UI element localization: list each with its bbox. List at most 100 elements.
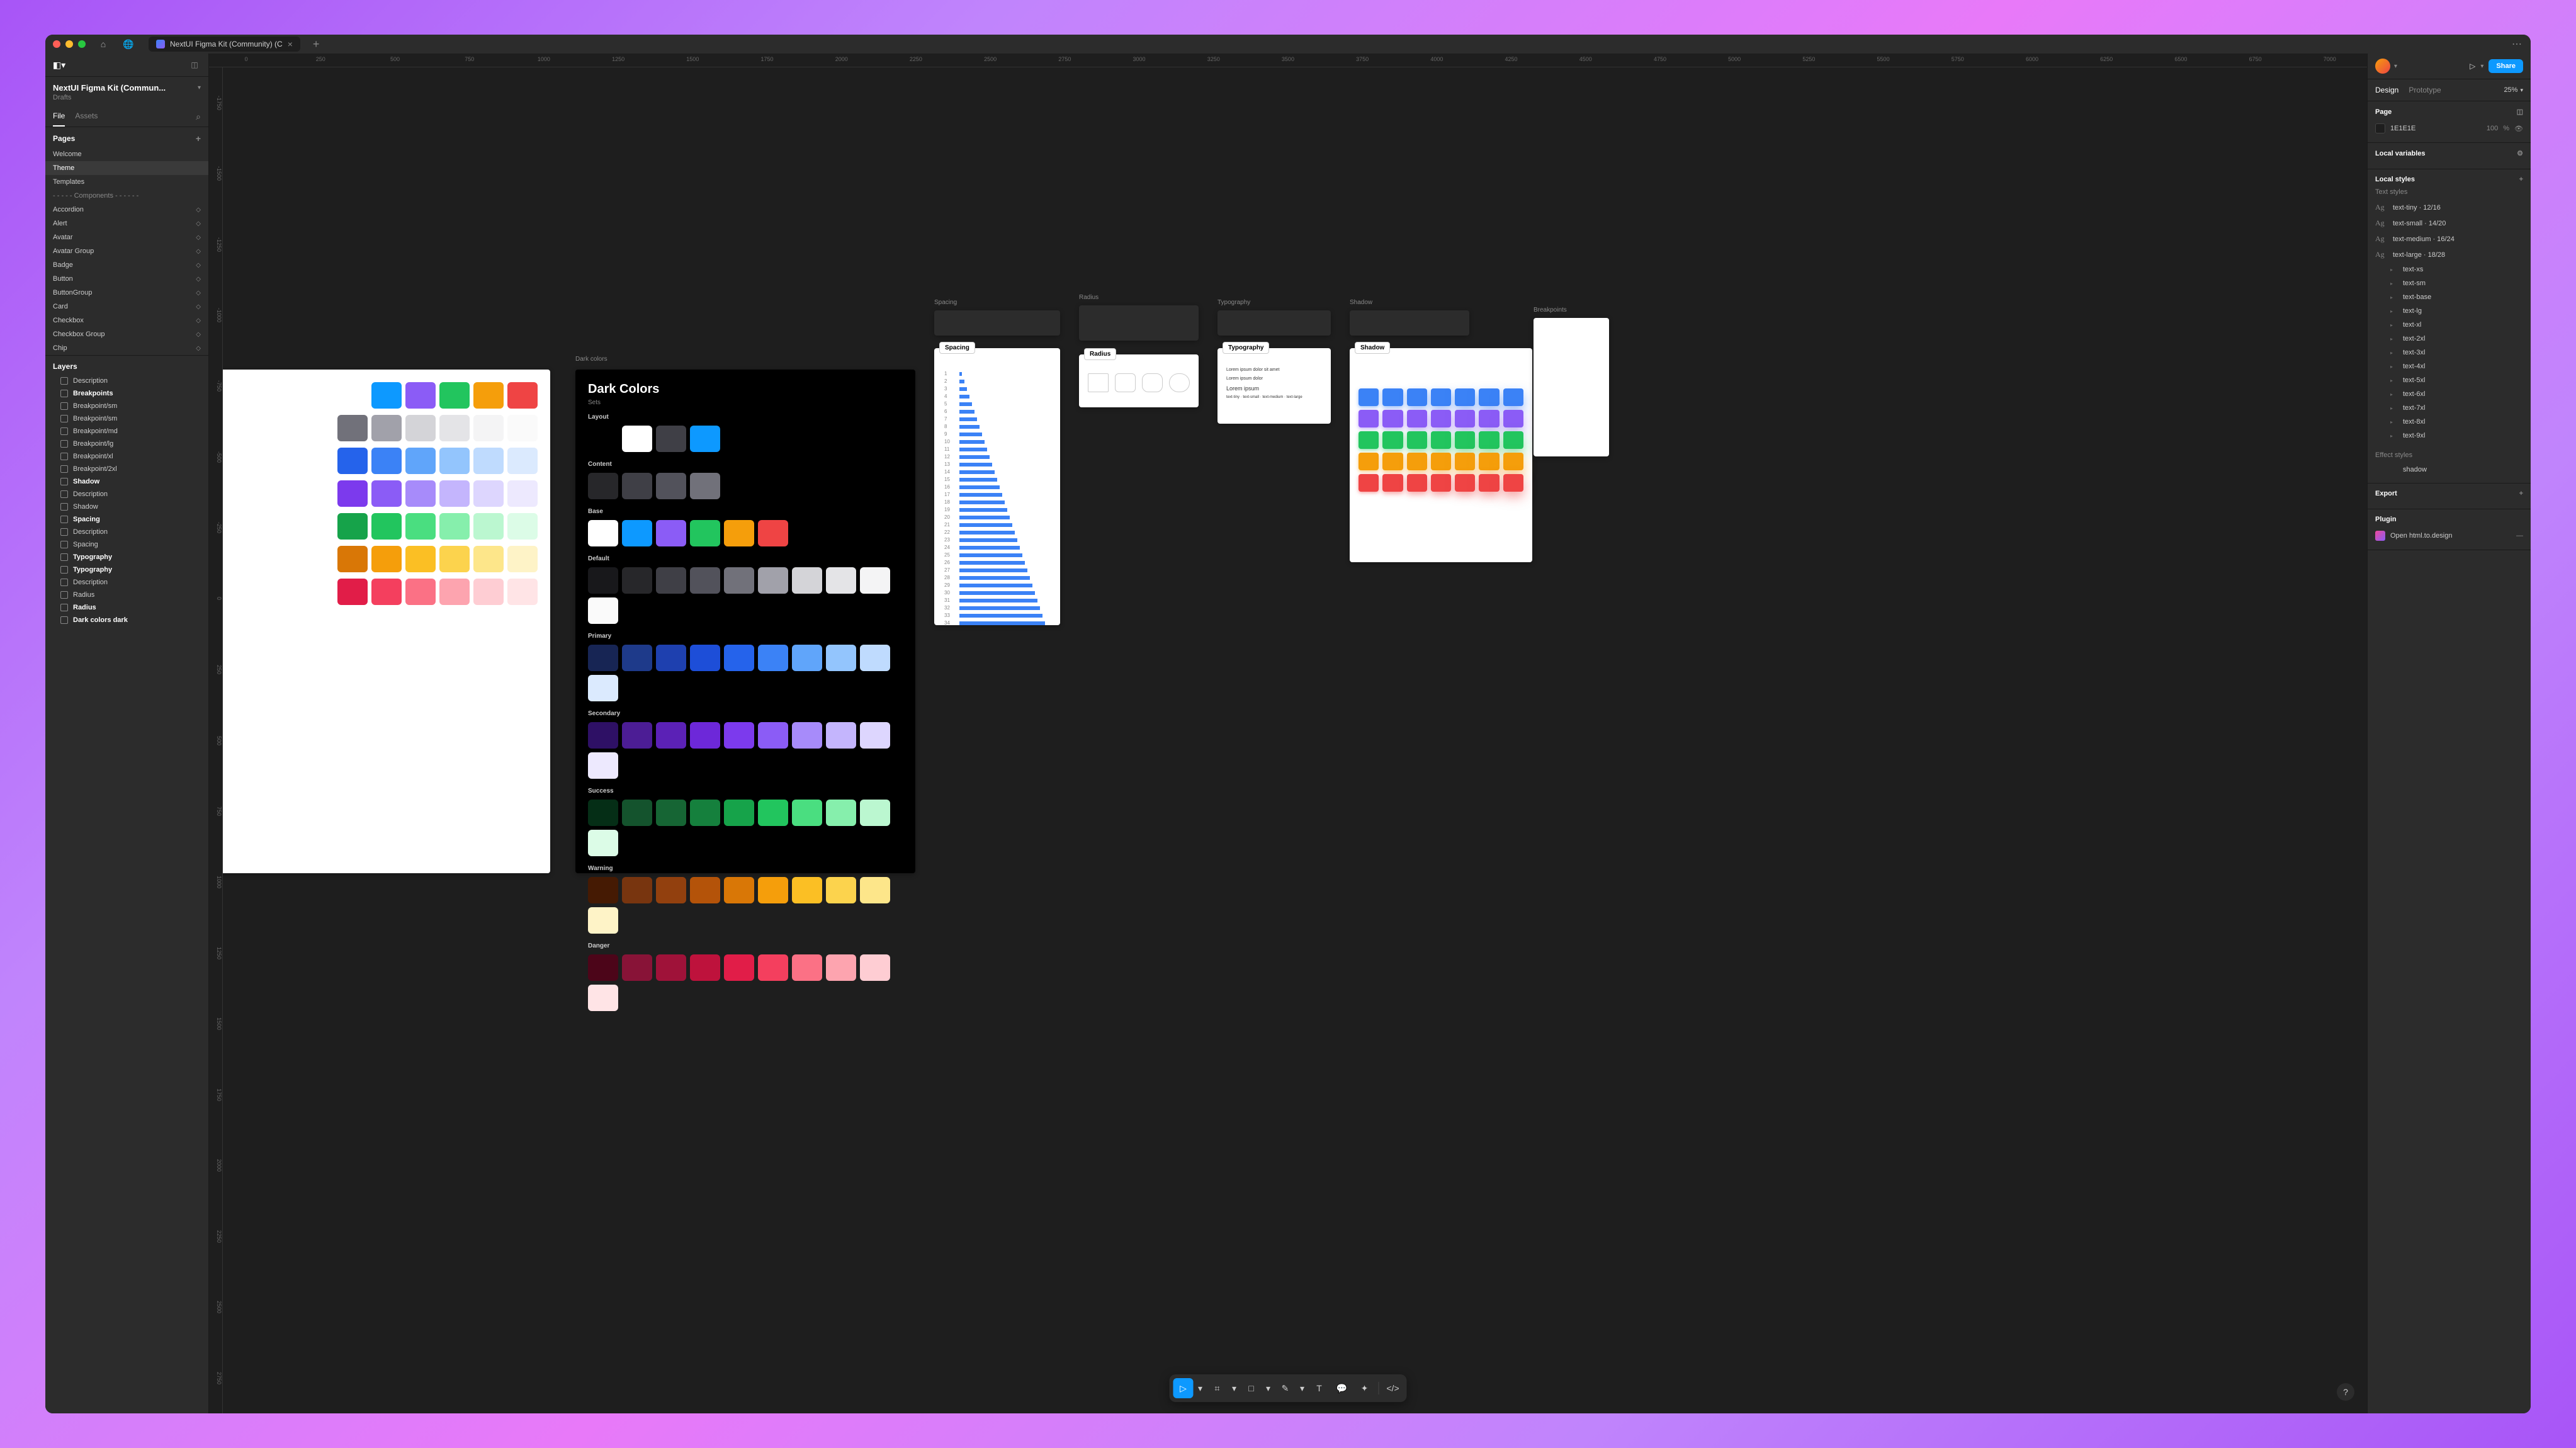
color-swatch[interactable] xyxy=(371,546,402,572)
color-swatch[interactable] xyxy=(337,480,368,507)
text-tool-icon[interactable]: T xyxy=(1309,1378,1330,1398)
text-style-group[interactable]: ▸text-7xl xyxy=(2375,401,2523,415)
add-export-icon[interactable]: + xyxy=(2519,490,2523,497)
text-style-group[interactable]: ▸text-9xl xyxy=(2375,429,2523,443)
color-swatch[interactable] xyxy=(690,800,720,826)
text-style-group[interactable]: ▸text-8xl xyxy=(2375,415,2523,429)
color-swatch[interactable] xyxy=(690,473,720,499)
color-swatch[interactable] xyxy=(588,675,618,701)
color-swatch[interactable] xyxy=(826,567,856,594)
color-swatch[interactable] xyxy=(860,800,890,826)
panel-toggle-icon[interactable]: ◫ xyxy=(188,59,201,71)
shadow-swatch[interactable] xyxy=(1479,431,1499,449)
add-style-icon[interactable]: + xyxy=(2519,176,2523,183)
actions-tool-icon[interactable]: ✦ xyxy=(1355,1378,1375,1398)
page-item[interactable]: Alert◇ xyxy=(45,217,208,230)
color-swatch[interactable] xyxy=(371,480,402,507)
color-swatch[interactable] xyxy=(473,448,504,474)
color-swatch[interactable] xyxy=(690,954,720,981)
color-swatch[interactable] xyxy=(656,473,686,499)
color-swatch[interactable] xyxy=(439,382,470,409)
page-item[interactable]: Accordion◇ xyxy=(45,203,208,217)
chevron-down-icon[interactable]: ▾ xyxy=(2394,63,2397,70)
color-swatch[interactable] xyxy=(622,877,652,903)
layer-item[interactable]: Spacing xyxy=(45,513,208,526)
tab-design[interactable]: Design xyxy=(2375,79,2398,101)
shadow-swatch[interactable] xyxy=(1479,453,1499,470)
shadow-swatch[interactable] xyxy=(1503,410,1523,427)
page-item[interactable]: Badge◇ xyxy=(45,258,208,272)
search-icon[interactable]: ⌕ xyxy=(196,111,201,122)
layer-item[interactable]: Breakpoints xyxy=(45,387,208,400)
color-swatch[interactable] xyxy=(656,877,686,903)
color-swatch[interactable] xyxy=(656,954,686,981)
tab-prototype[interactable]: Prototype xyxy=(2409,79,2441,101)
shadow-swatch[interactable] xyxy=(1455,431,1475,449)
artboard-breakpoints[interactable] xyxy=(1534,318,1609,456)
color-swatch[interactable] xyxy=(439,546,470,572)
color-swatch[interactable] xyxy=(507,382,538,409)
color-swatch[interactable] xyxy=(588,473,618,499)
frame-chevron-icon[interactable]: ▾ xyxy=(1230,1378,1239,1398)
shadow-swatch[interactable] xyxy=(1503,474,1523,492)
layer-item[interactable]: Breakpoint/sm xyxy=(45,400,208,412)
plugin-remove-icon[interactable]: — xyxy=(2516,532,2523,540)
color-swatch[interactable] xyxy=(473,546,504,572)
zoom-control[interactable]: 25% ▾ xyxy=(2504,79,2523,101)
color-swatch[interactable] xyxy=(588,520,618,546)
text-style-group[interactable]: ▸text-xl xyxy=(2375,318,2523,332)
layer-item[interactable]: Shadow xyxy=(45,475,208,488)
layer-item[interactable]: Breakpoint/md xyxy=(45,425,208,438)
canvas[interactable]: Dark colors Dark Colors Sets Layout Cont… xyxy=(223,67,2367,1413)
page-item[interactable]: Theme xyxy=(45,161,208,175)
close-tab-icon[interactable]: × xyxy=(288,39,293,49)
color-swatch[interactable] xyxy=(690,877,720,903)
shadow-swatch[interactable] xyxy=(1382,431,1403,449)
color-swatch[interactable] xyxy=(588,800,618,826)
color-swatch[interactable] xyxy=(758,877,788,903)
move-tool-icon[interactable]: ▷ xyxy=(1173,1378,1194,1398)
color-swatch[interactable] xyxy=(690,567,720,594)
color-swatch[interactable] xyxy=(826,645,856,671)
color-swatch[interactable] xyxy=(758,722,788,749)
shadow-swatch[interactable] xyxy=(1455,410,1475,427)
shadow-swatch[interactable] xyxy=(1407,388,1427,406)
shadow-swatch[interactable] xyxy=(1359,453,1379,470)
shadow-swatch[interactable] xyxy=(1407,474,1427,492)
maximize-window-icon[interactable] xyxy=(78,40,86,48)
text-style-group[interactable]: ▸text-4xl xyxy=(2375,359,2523,373)
color-swatch[interactable] xyxy=(622,426,652,452)
shadow-swatch[interactable] xyxy=(1431,388,1451,406)
shadow-swatch[interactable] xyxy=(1431,431,1451,449)
color-swatch[interactable] xyxy=(758,645,788,671)
globe-icon[interactable]: 🌐 xyxy=(121,37,136,52)
dev-mode-icon[interactable]: </> xyxy=(1383,1378,1403,1398)
color-swatch[interactable] xyxy=(860,645,890,671)
text-style-item[interactable]: Agtext-small · 14/20 xyxy=(2375,215,2523,231)
color-swatch[interactable] xyxy=(826,954,856,981)
color-swatch[interactable] xyxy=(690,426,720,452)
color-swatch[interactable] xyxy=(690,645,720,671)
color-swatch[interactable] xyxy=(473,415,504,441)
color-swatch[interactable] xyxy=(371,448,402,474)
color-swatch[interactable] xyxy=(588,645,618,671)
color-swatch[interactable] xyxy=(758,520,788,546)
shape-chevron-icon[interactable]: ▾ xyxy=(1264,1378,1273,1398)
color-swatch[interactable] xyxy=(792,877,822,903)
color-swatch[interactable] xyxy=(758,954,788,981)
color-swatch[interactable] xyxy=(588,907,618,934)
text-style-group[interactable]: ▸text-xs xyxy=(2375,263,2523,276)
shadow-swatch[interactable] xyxy=(1359,410,1379,427)
color-swatch[interactable] xyxy=(439,480,470,507)
color-swatch[interactable] xyxy=(826,877,856,903)
pen-chevron-icon[interactable]: ▾ xyxy=(1298,1378,1307,1398)
layer-item[interactable]: Description xyxy=(45,488,208,501)
text-style-group[interactable]: ▸text-6xl xyxy=(2375,387,2523,401)
shadow-swatch[interactable] xyxy=(1431,474,1451,492)
shadow-swatch[interactable] xyxy=(1382,474,1403,492)
add-page-icon[interactable]: + xyxy=(196,133,201,144)
page-item[interactable]: Welcome xyxy=(45,147,208,161)
pen-tool-icon[interactable]: ✎ xyxy=(1275,1378,1296,1398)
text-style-group[interactable]: ▸text-lg xyxy=(2375,304,2523,318)
tab-file[interactable]: File xyxy=(53,106,65,127)
